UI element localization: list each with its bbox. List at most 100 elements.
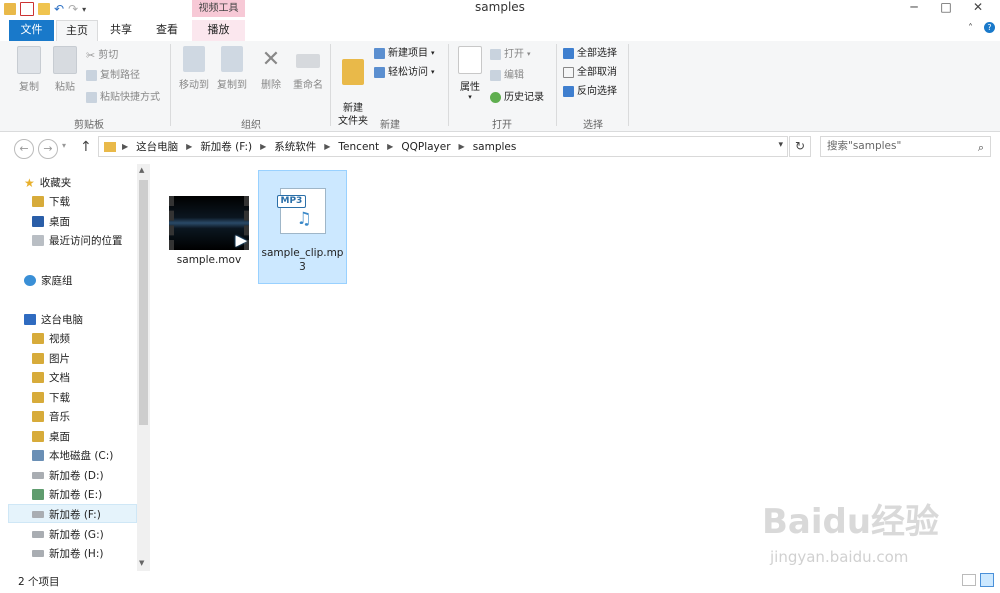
file-item[interactable]: MP3 ♫ sample_clip.mp3 xyxy=(259,188,346,274)
nav-item-downloads[interactable]: 下载 xyxy=(32,193,70,210)
copy-to-button[interactable]: 复制到 xyxy=(214,46,250,91)
nav-item-drive-g[interactable]: 新加卷 (G:) xyxy=(32,526,104,543)
paste-shortcut-icon xyxy=(86,92,97,103)
nav-scrollbar-thumb[interactable] xyxy=(139,180,148,425)
watermark-url: jingyan.baidu.com xyxy=(770,548,909,566)
back-button[interactable]: ← xyxy=(14,139,34,159)
cut-label: 剪切 xyxy=(98,50,119,61)
nav-item-this-pc[interactable]: 这台电脑 xyxy=(24,311,83,328)
properties-button[interactable]: 属性 ▾ xyxy=(454,46,486,101)
rename-button[interactable]: 重命名 xyxy=(290,46,326,91)
breadcrumb-item[interactable]: 系统软件 xyxy=(268,139,322,154)
history-label: 历史记录 xyxy=(504,92,544,103)
nav-item-videos[interactable]: 视频 xyxy=(32,330,70,347)
star-icon: ★ xyxy=(24,175,35,190)
nav-label: 下载 xyxy=(49,392,70,404)
new-item-label: 新建项目 xyxy=(388,48,428,59)
video-tools-context-label: 视频工具 xyxy=(192,0,245,17)
nav-item-favorites[interactable]: ★ 收藏夹 xyxy=(24,174,71,191)
tab-share[interactable]: 共享 xyxy=(101,20,141,41)
history-button[interactable]: 历史记录 xyxy=(490,89,544,106)
breadcrumb-item[interactable]: 新加卷 (F:) xyxy=(194,139,258,154)
copy-button[interactable]: 复制 xyxy=(12,46,46,93)
scroll-up-icon[interactable]: ▲ xyxy=(139,166,144,174)
file-item[interactable]: ▶ sample.mov xyxy=(164,196,254,266)
nav-item-recent[interactable]: 最近访问的位置 xyxy=(32,232,123,249)
nav-item-music[interactable]: 音乐 xyxy=(32,408,70,425)
group-label-clipboard: 剪贴板 xyxy=(74,120,104,131)
new-item-button[interactable]: 新建项目 ▾ xyxy=(374,45,435,62)
select-all-label: 全部选择 xyxy=(577,48,617,59)
select-all-button[interactable]: 全部选择 xyxy=(563,45,617,62)
chevron-right-icon: ▶ xyxy=(260,142,267,151)
open-button[interactable]: 打开 ▾ xyxy=(490,46,531,63)
nav-item-homegroup[interactable]: 家庭组 xyxy=(24,272,73,289)
chevron-right-icon: ▶ xyxy=(458,142,465,151)
history-icon xyxy=(490,92,501,103)
nav-item-downloads-pc[interactable]: 下载 xyxy=(32,389,70,406)
delete-button[interactable]: ✕ 删除 xyxy=(256,46,286,91)
help-icon[interactable]: ? xyxy=(984,22,995,33)
nav-label: 桌面 xyxy=(49,431,70,443)
paste-shortcut-button[interactable]: 粘贴快捷方式 xyxy=(86,89,160,106)
maximize-button[interactable]: □ xyxy=(934,0,958,16)
search-placeholder: 搜索"samples" xyxy=(827,140,902,152)
navigation-pane: ★ 收藏夹 下载 桌面 最近访问的位置 家庭组 这台电脑 视频 图片 文档 下载 … xyxy=(0,164,150,571)
search-icon[interactable]: ⌕ xyxy=(978,138,984,157)
nav-item-drive-h[interactable]: 新加卷 (H:) xyxy=(32,545,103,562)
paste-shortcut-label: 粘贴快捷方式 xyxy=(100,92,160,103)
easy-access-button[interactable]: 轻松访问 ▾ xyxy=(374,64,435,81)
forward-button[interactable]: → xyxy=(38,139,58,159)
paste-button[interactable]: 粘贴 xyxy=(48,46,82,93)
minimize-button[interactable]: ─ xyxy=(902,0,926,16)
close-button[interactable]: ✕ xyxy=(966,0,990,16)
move-to-button[interactable]: 移动到 xyxy=(176,46,212,91)
copy-path-button[interactable]: 复制路径 xyxy=(86,67,140,84)
tab-home[interactable]: 主页 xyxy=(56,20,98,41)
nav-label: 图片 xyxy=(49,353,70,365)
scroll-down-icon[interactable]: ▼ xyxy=(139,559,144,567)
mp3-badge: MP3 xyxy=(276,195,307,208)
invert-selection-button[interactable]: 反向选择 xyxy=(563,83,617,100)
details-view-icon[interactable] xyxy=(962,574,976,586)
breadcrumb-item[interactable]: QQPlayer xyxy=(395,141,456,153)
rename-icon xyxy=(296,54,320,68)
nav-item-drive-f[interactable]: 新加卷 (F:) xyxy=(32,506,101,523)
select-none-label: 全部取消 xyxy=(577,67,617,78)
select-none-button[interactable]: 全部取消 xyxy=(563,64,617,81)
delete-label: 删除 xyxy=(261,80,281,91)
breadcrumb-item[interactable]: Tencent xyxy=(332,141,385,153)
recent-locations-icon[interactable]: ▾ xyxy=(62,141,66,150)
collapse-ribbon-icon[interactable]: ˄ xyxy=(968,23,973,34)
nav-item-desktop-pc[interactable]: 桌面 xyxy=(32,428,70,445)
large-icons-view-icon[interactable] xyxy=(980,573,994,587)
address-dropdown-icon[interactable]: ▾ xyxy=(778,140,783,150)
refresh-button[interactable]: ↻ xyxy=(789,136,811,157)
nav-item-drive-c[interactable]: 本地磁盘 (C:) xyxy=(32,447,113,464)
scissors-icon: ✂ xyxy=(86,49,96,62)
nav-label: 本地磁盘 (C:) xyxy=(49,450,114,462)
documents-folder-icon xyxy=(32,372,44,383)
homegroup-icon xyxy=(24,275,36,286)
edit-button[interactable]: 编辑 xyxy=(490,67,524,84)
tab-file[interactable]: 文件 xyxy=(9,20,54,41)
nav-item-documents[interactable]: 文档 xyxy=(32,369,70,386)
search-input[interactable]: 搜索"samples" ⌕ xyxy=(820,136,991,157)
breadcrumb-item[interactable]: samples xyxy=(467,141,523,153)
recent-places-icon xyxy=(32,235,44,246)
nav-item-desktop[interactable]: 桌面 xyxy=(32,213,70,230)
address-bar[interactable]: ▶ 这台电脑 ▶ 新加卷 (F:) ▶ 系统软件 ▶ Tencent ▶ QQP… xyxy=(98,136,788,157)
paste-label: 粘贴 xyxy=(55,82,75,93)
nav-item-pictures[interactable]: 图片 xyxy=(32,350,70,367)
folder-icon xyxy=(342,59,364,85)
breadcrumb-item[interactable]: 这台电脑 xyxy=(130,139,184,154)
chevron-right-icon: ▶ xyxy=(387,142,394,151)
up-button[interactable]: ↑ xyxy=(80,139,92,155)
nav-item-drive-e[interactable]: 新加卷 (E:) xyxy=(32,486,102,503)
nav-label: 下载 xyxy=(49,196,70,208)
cut-button[interactable]: ✂ 剪切 xyxy=(86,47,118,64)
drive-icon xyxy=(32,550,44,557)
tab-play[interactable]: 播放 xyxy=(192,20,245,41)
nav-item-drive-d[interactable]: 新加卷 (D:) xyxy=(32,467,104,484)
tab-view[interactable]: 查看 xyxy=(146,20,188,41)
